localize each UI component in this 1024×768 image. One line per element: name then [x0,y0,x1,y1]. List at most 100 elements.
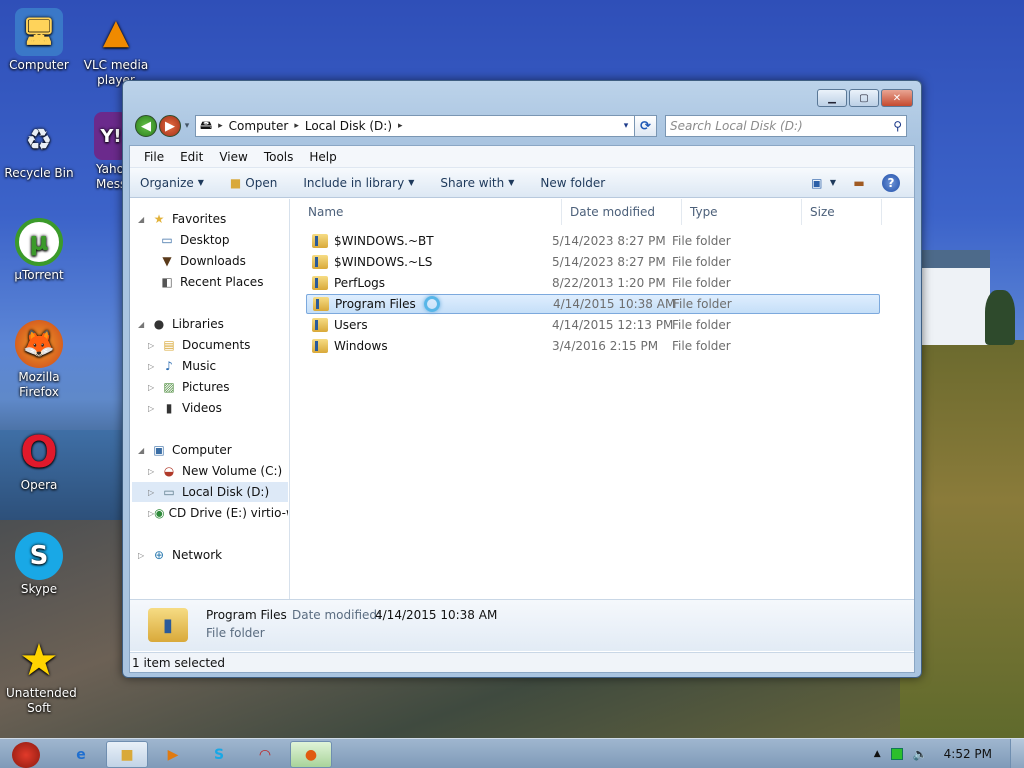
back-button[interactable]: ◀ [135,115,157,137]
organize-button[interactable]: Organize ▼ [140,176,204,190]
collapse-arrow-icon[interactable]: ▷ [148,383,160,392]
navigation-pane: ◢ ★ Favorites ▭ Desktop ▼ Downloads ◧ Re… [130,199,290,599]
file-row[interactable]: Windows 3/4/2016 2:15 PM File folder [306,336,880,356]
file-row-selected[interactable]: Program Files 4/14/2015 10:38 AM File fo… [306,294,880,314]
collapse-arrow-icon[interactable]: ▷ [148,341,160,350]
expand-arrow-icon[interactable]: ◢ [138,320,150,329]
expand-arrow-icon[interactable]: ◢ [138,215,150,224]
folder-icon: ■ [120,746,134,763]
share-with-button[interactable]: Share with ▼ [440,176,514,190]
refresh-button[interactable]: ⟳ [635,115,657,137]
menu-edit[interactable]: Edit [172,150,211,164]
show-hidden-icons-button[interactable]: ▲ [874,749,881,759]
nav-label: Documents [182,338,251,352]
nav-label: Desktop [180,233,230,247]
nav-item-new-volume-c[interactable]: ▷ ◒ New Volume (C:) [148,461,282,481]
address-bar[interactable]: 🖴 ▸ Computer ▸ Local Disk (D:) ▸ ▾ [195,115,635,137]
taskbar-explorer[interactable]: ■ [106,741,148,768]
nav-libraries[interactable]: ◢ ● Libraries [138,314,224,334]
column-header-date-modified[interactable]: Date modified [562,199,682,225]
open-button[interactable]: ■ Open [230,176,277,190]
recent-pages-dropdown[interactable]: ▾ [181,121,193,131]
start-button[interactable] [4,741,48,768]
network-status-icon[interactable] [890,748,903,760]
search-box[interactable]: Search Local Disk (D:) ⚲ [665,115,907,137]
clock[interactable]: 4:52 PM [944,747,992,761]
file-date: 5/14/2023 8:27 PM [552,234,666,248]
breadcrumb-separator-icon[interactable]: ▸ [398,121,403,131]
file-date: 4/14/2015 12:13 PM [552,318,674,332]
desktop-icon-recycle-bin[interactable]: ♻ Recycle Bin [1,116,77,181]
include-in-library-label: Include in library [303,175,405,190]
nav-item-videos[interactable]: ▷ ▮ Videos [148,398,222,418]
menu-help[interactable]: Help [301,150,344,164]
desktop-icon-opera[interactable]: O Opera [1,428,77,493]
breadcrumb-separator-icon[interactable]: ▸ [294,121,299,131]
nav-item-cd-drive-e[interactable]: ▷ ◉ CD Drive (E:) virtio-win [148,503,288,523]
close-button[interactable]: ✕ [881,89,913,107]
taskbar-internet-explorer[interactable]: e [60,741,102,768]
desktop-icon-utorrent[interactable]: µ µTorrent [1,218,77,283]
desktop-icon-skype[interactable]: S Skype [1,532,77,597]
share-with-label: Share with [440,175,505,190]
search-input[interactable]: Search Local Disk (D:) [670,119,803,133]
nav-computer[interactable]: ◢ ▣ Computer [138,440,232,460]
change-view-button[interactable]: ▣ ▼ [808,175,836,191]
file-row[interactable]: PerfLogs 8/22/2013 1:20 PM File folder [306,273,880,293]
volume-muted-icon[interactable]: 🔈 [913,747,928,761]
column-header-name[interactable]: Name [290,199,562,225]
file-row[interactable]: $WINDOWS.~LS 5/14/2023 8:27 PM File fold… [306,252,880,272]
folder-icon [312,318,328,332]
menu-view[interactable]: View [211,150,255,164]
column-header-size[interactable]: Size [802,199,882,225]
desktop-icon-computer[interactable]: 🖥 Computer [1,8,77,73]
recycle-bin-icon: ♻ [25,122,53,158]
nav-item-music[interactable]: ▷ ♪ Music [148,356,216,376]
minimize-button[interactable]: ▁ [817,89,847,107]
breadcrumb-local-disk[interactable]: Local Disk (D:) [305,119,392,133]
menu-tools[interactable]: Tools [256,150,302,164]
menu-file[interactable]: File [136,150,172,164]
taskbar-skype[interactable]: S [198,741,240,768]
desktop-icon-vlc[interactable]: ▲ VLC media player [78,8,154,88]
nav-item-desktop[interactable]: ▭ Desktop [158,230,230,250]
collapse-arrow-icon[interactable]: ▷ [148,362,160,371]
desktop-icon-yahoo-messenger[interactable]: Y! Yahoo! Messenger [80,112,122,192]
show-desktop-button[interactable] [1010,739,1024,768]
preview-pane-icon[interactable]: ▬ [850,175,868,191]
collapse-arrow-icon[interactable]: ▷ [138,551,150,560]
nav-item-downloads[interactable]: ▼ Downloads [158,251,246,271]
nav-favorites[interactable]: ◢ ★ Favorites [138,209,226,229]
search-icon[interactable]: ⚲ [893,119,902,133]
expand-arrow-icon[interactable]: ◢ [138,446,150,455]
include-in-library-button[interactable]: Include in library ▼ [303,176,414,190]
nav-item-pictures[interactable]: ▷ ▨ Pictures [148,377,230,397]
media-player-icon: ▶ [167,746,179,763]
file-row[interactable]: $WINDOWS.~BT 5/14/2023 8:27 PM File fold… [306,231,880,251]
column-header-type[interactable]: Type [682,199,802,225]
taskbar-app[interactable]: ◠ [244,741,286,768]
nav-item-recent-places[interactable]: ◧ Recent Places [158,272,263,292]
maximize-button[interactable]: ▢ [849,89,879,107]
collapse-arrow-icon[interactable]: ▷ [148,488,160,497]
computer-icon: 🖥 [15,8,63,56]
file-row[interactable]: Users 4/14/2015 12:13 PM File folder [306,315,880,335]
collapse-arrow-icon[interactable]: ▷ [148,467,160,476]
nav-network[interactable]: ▷ ⊕ Network [138,545,222,565]
desktop-icon-firefox[interactable]: 🦊 Mozilla Firefox [1,320,77,400]
new-folder-button[interactable]: New folder [540,176,605,190]
nav-label: CD Drive (E:) virtio-win [168,506,288,520]
nav-item-local-disk-d[interactable]: ▷ ▭ Local Disk (D:) [132,482,288,502]
skype-icon: S [213,746,225,763]
taskbar-firefox[interactable]: ● [290,741,332,768]
address-dropdown-icon[interactable]: ▾ [618,121,634,131]
breadcrumb-computer[interactable]: Computer [229,119,289,133]
help-icon[interactable]: ? [882,173,900,192]
breadcrumb-separator-icon[interactable]: ▸ [218,121,223,131]
desktop-icon-unattended-soft[interactable]: ★ Unattended Soft [1,636,77,716]
nav-item-documents[interactable]: ▷ ▤ Documents [148,335,250,355]
internet-explorer-icon: e [76,746,86,763]
taskbar-media-player[interactable]: ▶ [152,741,194,768]
forward-button[interactable]: ▶ [159,115,181,137]
collapse-arrow-icon[interactable]: ▷ [148,404,160,413]
